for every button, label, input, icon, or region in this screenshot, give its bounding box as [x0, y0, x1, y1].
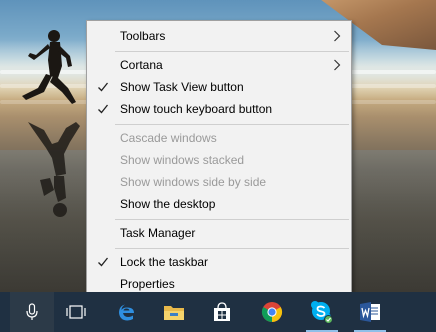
- edge-taskbar-button[interactable]: [102, 292, 150, 332]
- menu-item-label: Show windows stacked: [120, 153, 245, 167]
- menu-separator: [115, 219, 349, 220]
- task-view-icon: [66, 305, 86, 319]
- file-explorer-taskbar-button[interactable]: [150, 292, 198, 332]
- file-explorer-icon: [164, 306, 184, 320]
- runner-silhouette: [22, 30, 76, 104]
- menu-item-label: Task Manager: [120, 226, 196, 240]
- menu-item-cascade-windows[interactable]: Cascade windows: [87, 127, 351, 149]
- menu-item-lock-the-taskbar[interactable]: Lock the taskbar: [87, 251, 351, 273]
- checkmark-icon: [98, 257, 109, 267]
- menu-item-label: Cortana: [120, 58, 163, 72]
- edge-icon: [119, 304, 134, 321]
- menu-item-label: Show touch keyboard button: [120, 102, 273, 116]
- checkmark-icon: [98, 104, 109, 114]
- runner-reflection: [28, 122, 80, 217]
- taskbar-context-menu: Toolbars Cortana Show Task View button S…: [86, 20, 352, 299]
- chrome-taskbar-button[interactable]: [248, 292, 296, 332]
- cortana-microphone-button[interactable]: [10, 292, 54, 332]
- menu-item-label: Show Task View button: [120, 80, 244, 94]
- skype-taskbar-button[interactable]: [298, 292, 346, 332]
- menu-item-label: Cascade windows: [120, 131, 217, 145]
- word-icon: [360, 302, 380, 322]
- menu-item-show-the-desktop[interactable]: Show the desktop: [87, 193, 351, 215]
- menu-item-label: Show the desktop: [120, 197, 216, 211]
- menu-item-show-windows-stacked[interactable]: Show windows stacked: [87, 149, 351, 171]
- menu-separator: [115, 248, 349, 249]
- menu-item-toolbars[interactable]: Toolbars: [87, 25, 351, 47]
- microphone-icon: [26, 303, 38, 320]
- checkmark-icon: [98, 82, 109, 92]
- word-taskbar-button[interactable]: [346, 292, 394, 332]
- taskbar[interactable]: [0, 292, 436, 332]
- menu-separator: [115, 51, 349, 52]
- store-taskbar-button[interactable]: [198, 292, 246, 332]
- menu-item-label: Lock the taskbar: [120, 255, 209, 269]
- menu-item-show-windows-side-by-side[interactable]: Show windows side by side: [87, 171, 351, 193]
- menu-item-task-manager[interactable]: Task Manager: [87, 222, 351, 244]
- menu-item-show-task-view-button[interactable]: Show Task View button: [87, 76, 351, 98]
- skype-icon: [311, 301, 333, 324]
- chevron-right-icon: [334, 30, 341, 42]
- menu-item-cortana[interactable]: Cortana: [87, 54, 351, 76]
- menu-item-label: Show windows side by side: [120, 175, 267, 189]
- menu-item-show-touch-keyboard-button[interactable]: Show touch keyboard button: [87, 98, 351, 120]
- chevron-right-icon: [334, 59, 341, 71]
- chrome-icon: [261, 302, 283, 323]
- menu-item-label: Toolbars: [120, 29, 166, 43]
- menu-separator: [115, 124, 349, 125]
- store-icon: [214, 302, 230, 321]
- task-view-button[interactable]: [52, 292, 100, 332]
